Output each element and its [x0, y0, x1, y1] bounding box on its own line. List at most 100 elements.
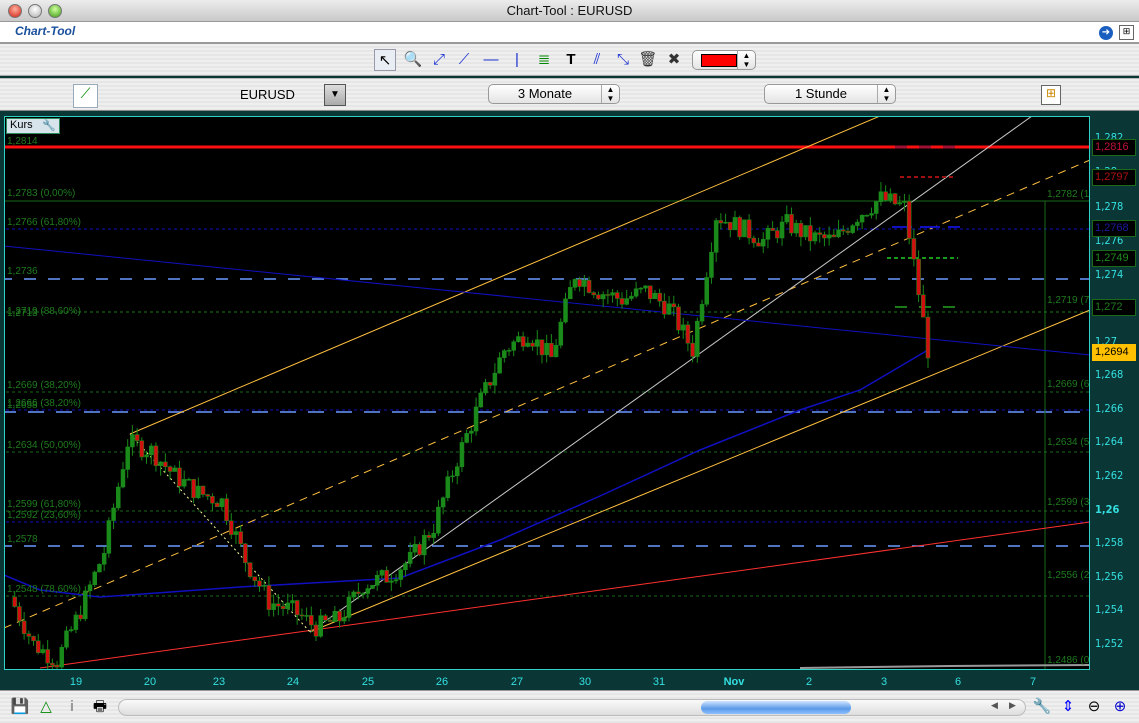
- candle-body: [144, 454, 149, 458]
- candle-body: [31, 636, 36, 642]
- candle-body: [497, 357, 502, 374]
- candle-body: [191, 479, 196, 499]
- close-button[interactable]: [8, 4, 22, 18]
- candle-body: [676, 306, 681, 331]
- candle-body: [506, 350, 512, 352]
- chart-style-icon[interactable]: ⟋: [73, 84, 98, 108]
- symbol-dropdown-button[interactable]: ▼: [324, 84, 346, 106]
- candle-body: [153, 445, 159, 466]
- pointer-icon[interactable]: ↖: [374, 49, 396, 71]
- zoom-fit-icon[interactable]: ⇕: [1058, 697, 1078, 717]
- app-name: Chart-Tool: [15, 24, 76, 38]
- chart-canvas[interactable]: [5, 117, 1090, 670]
- scroll-right-icon[interactable]: ▶: [1009, 700, 1016, 711]
- price-tick-label: 1,262: [1095, 469, 1124, 482]
- color-picker[interactable]: ▲ ▼: [692, 50, 756, 70]
- wrench-icon[interactable]: 🔧: [42, 119, 56, 132]
- candle-body: [271, 603, 276, 610]
- level-label-left: 1,2658: [7, 400, 38, 411]
- candle-body: [817, 232, 822, 235]
- save-chart-icon[interactable]: 💾: [10, 697, 30, 717]
- level-label-left: 1,2713: [7, 308, 38, 319]
- candle-body: [285, 602, 291, 609]
- price-chart[interactable]: Kurs 🔧 1,2814 1,2783 (0,00%) 1,2766 (61,80%…: [4, 116, 1090, 670]
- candle-body: [803, 225, 808, 238]
- candle-body: [812, 232, 818, 242]
- color-swatch: [701, 54, 737, 67]
- candle-body: [163, 461, 168, 467]
- bottom-bar: 💾 △ i 🖶 ◀ ▶ 🔧 ⇕ ⊖ ⊕: [0, 690, 1139, 723]
- chart-settings-bar: ⟋ EURUSD ▼ 3 Monate ▲ ▼ 1 Stunde ▲ ▼ ⊞: [0, 78, 1139, 111]
- candle-body: [68, 629, 74, 632]
- segment-icon[interactable]: ⤢: [428, 49, 450, 71]
- scrollbar-thumb[interactable]: [701, 701, 851, 714]
- candle-body: [370, 584, 375, 589]
- chart-settings-icon[interactable]: 🔧: [1032, 697, 1052, 717]
- candle-body: [605, 294, 611, 296]
- print-icon[interactable]: 🖶: [90, 697, 110, 717]
- add-indicator-icon[interactable]: ⊞: [1041, 85, 1061, 105]
- candle-body: [59, 647, 65, 668]
- zoom-in-icon[interactable]: ⊕: [1110, 697, 1130, 717]
- candle-body: [850, 225, 855, 233]
- candle-body: [591, 292, 597, 296]
- channel-upper: [129, 117, 879, 435]
- zoom-button[interactable]: [48, 4, 62, 18]
- candle-body: [64, 630, 69, 648]
- candle-body: [572, 279, 578, 288]
- trash-icon[interactable]: 🗑: [637, 49, 659, 71]
- level-label-left: 1,2669 (38,20%): [7, 380, 81, 391]
- candle-body: [247, 562, 253, 578]
- date-tick-label: 31: [652, 676, 666, 688]
- scroll-left-icon[interactable]: ◀: [991, 700, 998, 711]
- price-tick-label: 1,252: [1095, 637, 1124, 650]
- zoom-out-icon[interactable]: ⊖: [1084, 697, 1104, 717]
- panel-label-kurs[interactable]: Kurs 🔧: [6, 118, 60, 134]
- candle-body: [657, 292, 662, 302]
- candle-body: [746, 219, 752, 239]
- candle-body: [299, 614, 305, 617]
- vertical-line-icon[interactable]: |: [506, 49, 528, 71]
- horizontal-scrollbar[interactable]: ◀ ▶: [118, 699, 1026, 716]
- candle-body: [374, 575, 380, 586]
- candle-body: [332, 610, 338, 622]
- period-select[interactable]: 3 Monate ▲ ▼: [488, 84, 620, 104]
- candle-body: [346, 596, 352, 618]
- candle-body: [478, 392, 484, 408]
- candle-body: [671, 303, 677, 308]
- candle-body: [756, 242, 761, 247]
- arrows-icon[interactable]: ⤡: [612, 49, 634, 71]
- stepper-icon[interactable]: ▲ ▼: [737, 51, 755, 69]
- candle-body: [539, 339, 545, 356]
- fibonacci-icon[interactable]: ≣: [533, 49, 555, 71]
- indicators-icon[interactable]: △: [36, 697, 56, 717]
- candle-body: [158, 461, 163, 466]
- line-icon[interactable]: ⟋: [453, 49, 475, 71]
- candle-body: [78, 614, 83, 620]
- interval-select[interactable]: 1 Stunde ▲ ▼: [764, 84, 896, 104]
- candle-body: [407, 551, 413, 564]
- candle-body: [469, 430, 474, 434]
- candle-body: [808, 225, 813, 242]
- candle-body: [732, 217, 738, 231]
- candle-body: [214, 502, 220, 508]
- candle-body: [83, 590, 88, 620]
- info-icon[interactable]: i: [62, 697, 82, 717]
- parallel-lines-icon[interactable]: ⫽: [586, 49, 608, 71]
- date-tick-label: 19: [69, 676, 83, 688]
- minimize-button[interactable]: [28, 4, 42, 18]
- level-label-right: 1,2782 (1: [1047, 189, 1090, 200]
- candle-body: [567, 287, 573, 300]
- window-title: Chart-Tool : EURUSD: [506, 3, 633, 18]
- period-value: 3 Monate: [517, 86, 573, 101]
- chart-window-icon[interactable]: ⊞: [1119, 25, 1134, 40]
- level-label-left: 1,2814: [7, 136, 38, 147]
- navigate-icon[interactable]: ➜: [1099, 26, 1113, 40]
- candle-body: [464, 433, 469, 443]
- zoom-icon[interactable]: 🔍: [402, 49, 424, 71]
- candle-body: [619, 298, 625, 305]
- text-icon[interactable]: T: [560, 49, 582, 71]
- tools-icon[interactable]: ✖: [663, 49, 685, 71]
- title-bar: Chart-Tool : EURUSD: [0, 0, 1139, 22]
- horizontal-line-icon[interactable]: —: [480, 49, 502, 71]
